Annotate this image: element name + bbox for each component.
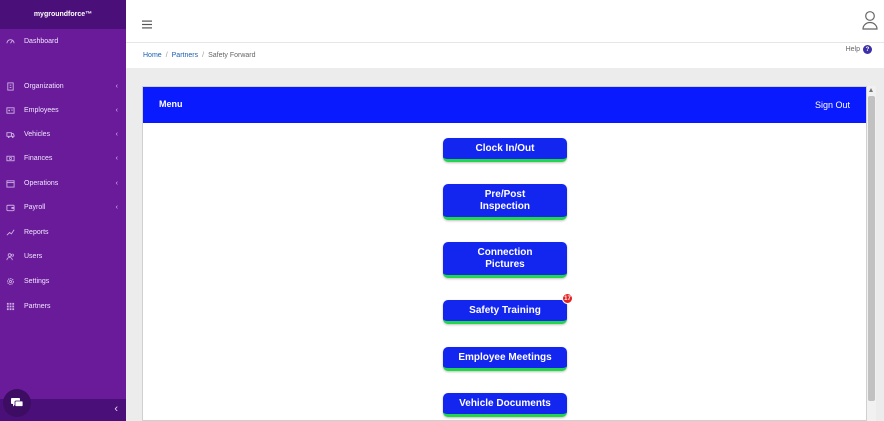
user-profile-icon[interactable]: [862, 10, 878, 35]
sidebar-item-reports[interactable]: Reports: [0, 222, 126, 242]
sidebar-item-label: Employees: [24, 106, 59, 114]
vehicle-documents-button[interactable]: Vehicle Documents: [443, 393, 567, 417]
sidebar-item-label: Operations: [24, 179, 59, 187]
sidebar-item-dashboard[interactable]: Dashboard: [0, 31, 126, 51]
gear-icon: [6, 277, 15, 286]
sidebar-item-label: Dashboard: [24, 37, 59, 45]
breadcrumb-separator: /: [202, 52, 205, 59]
sidebar-item-label: Organization: [24, 82, 64, 90]
building-icon: [6, 81, 15, 91]
button-label: Employee Meetings: [458, 351, 552, 363]
sidebar-item-label: Settings: [24, 277, 50, 285]
chevron-left-icon: ‹: [115, 154, 118, 162]
breadcrumb-bar: Home / Partners / Safety Forward Help ?: [126, 43, 884, 68]
sidebar-item-finances[interactable]: Finances ‹: [0, 148, 126, 168]
sidebar-item-label: Users: [24, 252, 43, 260]
sidebar-item-settings[interactable]: Settings: [0, 271, 126, 291]
button-label-line2: Inspection: [479, 200, 530, 212]
top-header: [126, 0, 884, 43]
sidebar: mygroundforce™ Dashboard Organization ‹ …: [0, 0, 126, 421]
button-label: Clock In/Out: [475, 142, 535, 154]
sidebar-item-payroll[interactable]: Payroll ‹: [0, 197, 126, 217]
sign-out-link[interactable]: Sign Out: [815, 100, 850, 110]
button-label: Vehicle Documents: [459, 397, 551, 409]
calendar-icon: [6, 179, 15, 188]
pre-post-inspection-button[interactable]: Pre/Post Inspection: [443, 184, 567, 220]
sidebar-item-partners[interactable]: Partners: [0, 296, 126, 316]
chat-icon[interactable]: [3, 389, 31, 417]
connection-pictures-button[interactable]: Connection Pictures: [443, 242, 567, 278]
breadcrumb-home[interactable]: Home: [143, 52, 162, 59]
button-label-line2: Pictures: [485, 258, 525, 270]
sidebar-item-vehicles[interactable]: Vehicles ‹: [0, 124, 126, 144]
breadcrumb-partners[interactable]: Partners: [172, 52, 198, 59]
breadcrumb-separator: /: [165, 52, 168, 59]
help-link[interactable]: Help ?: [846, 45, 872, 54]
users-icon: [6, 252, 15, 261]
button-label-line1: Connection: [477, 246, 533, 258]
panel-header: Menu Sign Out: [143, 87, 866, 123]
sidebar-item-employees[interactable]: Employees ‹: [0, 100, 126, 120]
sidebar-item-organization[interactable]: Organization ‹: [0, 76, 126, 96]
sidebar-item-operations[interactable]: Operations ‹: [0, 173, 126, 193]
hamburger-menu-icon[interactable]: [142, 16, 152, 34]
button-label-line1: Pre/Post: [484, 188, 526, 200]
id-card-icon: [6, 106, 15, 115]
panel-title: Menu: [159, 99, 183, 109]
sidebar-item-label: Finances: [24, 154, 53, 162]
notification-badge: 17: [562, 293, 573, 304]
sidebar-item-users[interactable]: Users: [0, 246, 126, 266]
chevron-left-icon: ‹: [115, 130, 118, 138]
sidebar-item-label: Reports: [24, 228, 49, 236]
chevron-left-icon: ‹: [115, 106, 118, 114]
button-label: Safety Training: [469, 304, 541, 316]
question-icon: ?: [863, 45, 872, 54]
grid-icon: [6, 302, 15, 311]
sidebar-item-label: Vehicles: [24, 130, 51, 138]
help-label: Help: [845, 46, 860, 53]
vertical-scrollbar[interactable]: [867, 86, 876, 421]
money-icon: [6, 154, 15, 163]
collapse-sidebar-icon[interactable]: ‹: [114, 403, 118, 415]
chevron-left-icon: ‹: [115, 82, 118, 90]
dashboard-icon: [6, 37, 15, 46]
chevron-left-icon: ‹: [115, 179, 118, 187]
sidebar-item-label: Partners: [24, 302, 51, 310]
breadcrumb-current: Safety Forward: [208, 52, 256, 59]
breadcrumb: Home / Partners / Safety Forward: [143, 52, 256, 59]
brand-logo[interactable]: mygroundforce™: [0, 0, 126, 29]
menu-panel: Menu Sign Out Clock In/Out Pre/Post Insp…: [142, 86, 867, 421]
clock-in-out-button[interactable]: Clock In/Out: [443, 138, 567, 162]
sidebar-item-label: Payroll: [24, 203, 46, 211]
chart-line-icon: [6, 228, 15, 237]
wallet-icon: [6, 203, 15, 212]
employee-meetings-button[interactable]: Employee Meetings: [443, 347, 567, 371]
chevron-left-icon: ‹: [115, 203, 118, 211]
scroll-up-arrow-icon[interactable]: [869, 88, 873, 92]
scrollbar-thumb[interactable]: [868, 96, 875, 401]
safety-training-button[interactable]: Safety Training 17: [443, 293, 573, 324]
truck-icon: [6, 130, 15, 139]
